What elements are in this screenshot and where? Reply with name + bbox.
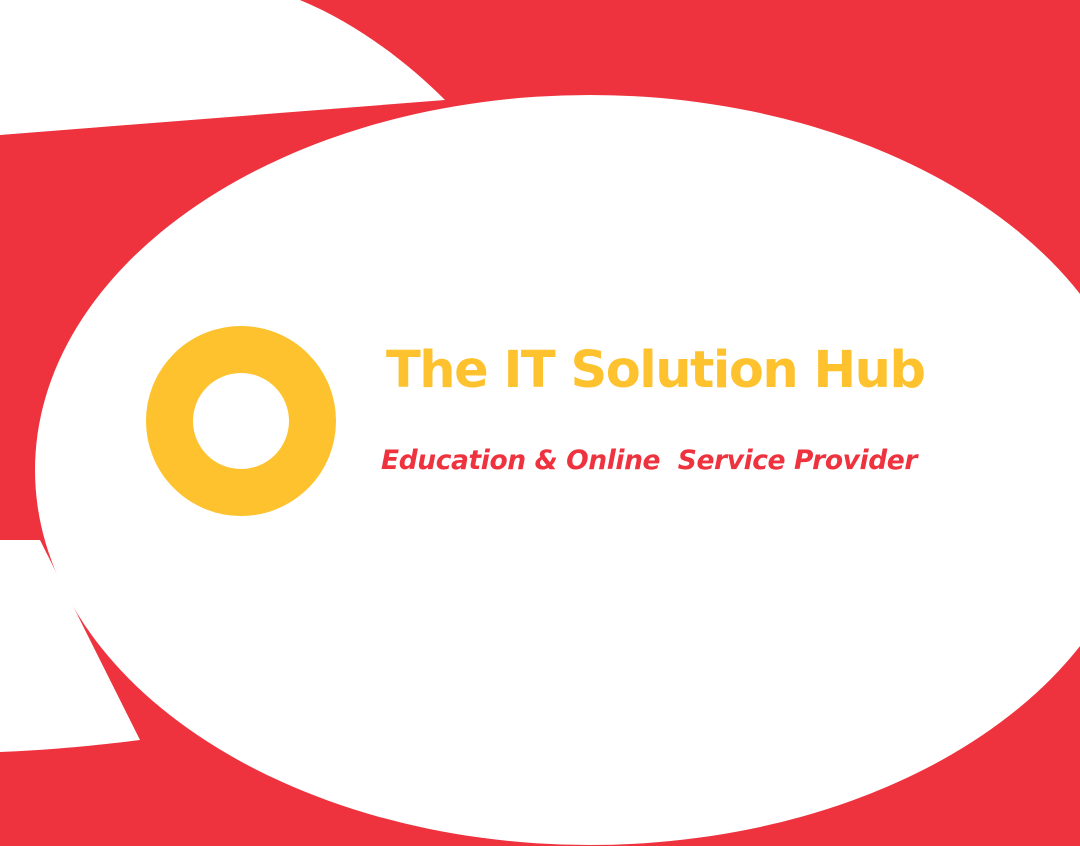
brand-tagline: Education & Online Service Provider: [381, 445, 918, 476]
brand-title: The IT Solution Hub: [386, 341, 926, 400]
banner: The IT Solution Hub Education & Online S…: [0, 0, 1080, 846]
ring-icon: [146, 326, 336, 516]
